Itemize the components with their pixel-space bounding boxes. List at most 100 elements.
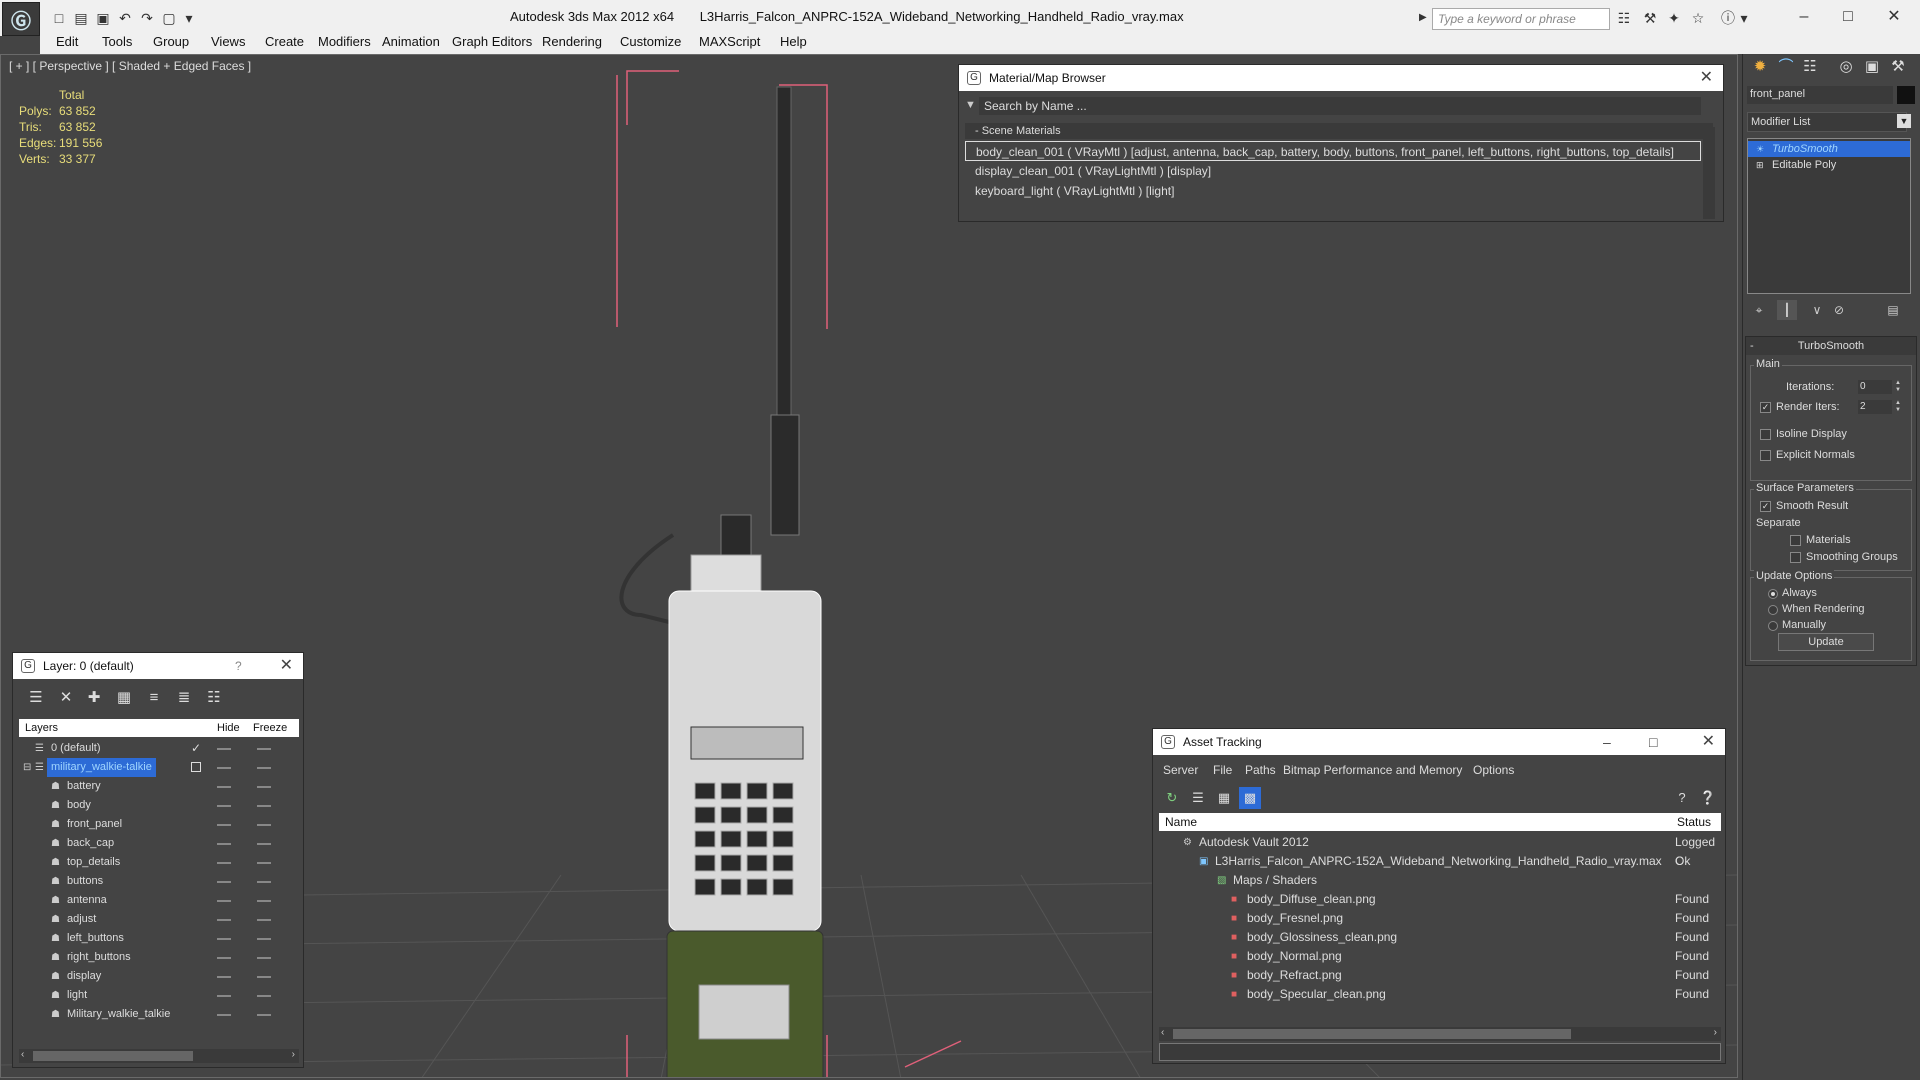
layer-row[interactable]: ☗ body xyxy=(19,796,299,815)
freeze-toggle[interactable] xyxy=(257,824,271,826)
stack-item-editable-poly[interactable]: ⊞ Editable Poly xyxy=(1748,157,1910,173)
asset-row[interactable]: ▣ L3Harris_Falcon_ANPRC-152A_Wideband_Net… xyxy=(1159,852,1721,871)
scrollbar-thumb[interactable] xyxy=(33,1051,193,1061)
hide-toggle[interactable] xyxy=(217,786,231,788)
asset-row[interactable]: ⚙ Autodesk Vault 2012 Logged C xyxy=(1159,833,1721,868)
material-item[interactable]: display_clean_001 ( VRayLightMtl ) [disp… xyxy=(965,161,1701,181)
chevron-down-icon[interactable]: ▼ xyxy=(1897,114,1911,128)
vertical-scrollbar[interactable] xyxy=(1703,127,1715,219)
scrollbar-thumb[interactable] xyxy=(1173,1029,1571,1039)
search-expand-icon[interactable]: ▶ xyxy=(1419,12,1427,23)
freeze-toggle[interactable] xyxy=(257,748,271,750)
freeze-toggle[interactable] xyxy=(257,786,271,788)
scroll-left-icon[interactable]: ‹ xyxy=(21,1049,24,1060)
column-hide[interactable]: Hide xyxy=(217,719,240,737)
new-file-icon[interactable]: □ xyxy=(50,9,68,27)
layer-row[interactable]: ☗ right_buttons xyxy=(19,948,299,967)
open-file-icon[interactable]: ▤ xyxy=(72,9,90,27)
create-tab-icon[interactable]: ✹ xyxy=(1749,56,1771,78)
update-button[interactable]: Update xyxy=(1778,633,1874,651)
communication-icon[interactable]: ✦ xyxy=(1664,9,1684,27)
hide-toggle[interactable] xyxy=(217,995,231,997)
hide-toggle[interactable] xyxy=(217,748,231,750)
scroll-right-icon[interactable]: › xyxy=(1714,1027,1717,1038)
asset-menu-paths[interactable]: Paths xyxy=(1245,763,1276,777)
material-item[interactable]: body_clean_001 ( VRayMtl ) [adjust, ante… xyxy=(965,141,1701,161)
column-name[interactable]: Name xyxy=(1165,813,1197,831)
asset-menu-options[interactable]: Options xyxy=(1473,763,1514,777)
layer-row[interactable]: ☗ back_cap xyxy=(19,834,299,853)
menu-modifiers[interactable]: Modifiers xyxy=(318,34,371,49)
isoline-display-checkbox[interactable] xyxy=(1760,429,1771,440)
scroll-right-icon[interactable]: › xyxy=(292,1049,295,1060)
freeze-toggle[interactable] xyxy=(257,900,271,902)
remove-modifier-icon[interactable]: ⊘ xyxy=(1829,300,1849,320)
freeze-toggle[interactable] xyxy=(257,957,271,959)
minimize-button[interactable]: – xyxy=(1782,4,1826,30)
horizontal-scrollbar[interactable]: ‹ › xyxy=(19,1049,299,1063)
menu-animation[interactable]: Animation xyxy=(382,34,440,49)
asset-row[interactable]: ■ body_Glossiness_clean.png Found xyxy=(1159,928,1721,947)
maximize-button[interactable]: □ xyxy=(1649,729,1657,755)
undo-icon[interactable]: ↶ xyxy=(116,9,134,27)
menu-create[interactable]: Create xyxy=(265,34,304,49)
update-when-rendering-radio[interactable] xyxy=(1768,605,1778,615)
thumbnail-view-icon[interactable]: ▦ xyxy=(1213,787,1235,809)
active-layer-check-icon[interactable]: ✓ xyxy=(191,739,201,758)
hide-toggle[interactable] xyxy=(217,805,231,807)
freeze-toggle[interactable] xyxy=(257,843,271,845)
hide-toggle[interactable] xyxy=(217,843,231,845)
pin-stack-icon[interactable]: ⌖ xyxy=(1749,300,1769,320)
asset-row[interactable]: ■ body_Normal.png Found xyxy=(1159,947,1721,966)
close-icon[interactable]: ✕ xyxy=(1700,65,1713,91)
layer-row[interactable]: ☗ battery xyxy=(19,777,299,796)
hide-toggle[interactable] xyxy=(217,1014,231,1016)
expand-icon[interactable]: ⊞ xyxy=(1756,157,1764,173)
asset-menu-server[interactable]: Server xyxy=(1163,763,1198,777)
delete-layer-icon[interactable]: ✕ xyxy=(55,687,77,709)
close-button[interactable]: ✕ xyxy=(1872,4,1916,30)
layer-manager-titlebar[interactable]: G Layer: 0 (default) ? ✕ xyxy=(13,653,303,679)
asset-tracking-titlebar[interactable]: G Asset Tracking – □ ✕ xyxy=(1153,729,1725,755)
layer-row[interactable]: ☗ Military_walkie_talkie xyxy=(19,1005,299,1024)
hide-toggle[interactable] xyxy=(217,900,231,902)
favorites-star-icon[interactable]: ☆ xyxy=(1688,9,1708,27)
asset-row[interactable]: ■ body_Fresnel.png Found xyxy=(1159,909,1721,928)
freeze-all-icon[interactable]: ☷ xyxy=(203,687,225,709)
update-always-radio[interactable] xyxy=(1768,589,1778,599)
explicit-normals-checkbox[interactable] xyxy=(1760,450,1771,461)
layer-row[interactable]: ☗ adjust xyxy=(19,910,299,929)
menu-help[interactable]: Help xyxy=(780,34,807,49)
menu-group[interactable]: Group xyxy=(153,34,189,49)
material-browser-titlebar[interactable]: G Material/Map Browser ✕ xyxy=(959,65,1723,91)
maximize-button[interactable]: □ xyxy=(1826,4,1870,30)
update-manually-radio[interactable] xyxy=(1768,621,1778,631)
select-objects-icon[interactable]: ▦ xyxy=(113,687,135,709)
freeze-toggle[interactable] xyxy=(257,1014,271,1016)
search-input[interactable]: Type a keyword or phrase xyxy=(1432,8,1610,30)
help-icon[interactable]: ? xyxy=(1671,787,1693,809)
search-options-icon[interactable]: ▼ xyxy=(965,99,976,111)
menu-graph-editors[interactable]: Graph Editors xyxy=(452,34,532,49)
hide-toggle[interactable] xyxy=(217,957,231,959)
scroll-left-icon[interactable]: ‹ xyxy=(1161,1027,1164,1038)
spinner-arrows-icon[interactable]: ▲ ▼ xyxy=(1894,400,1902,414)
freeze-toggle[interactable] xyxy=(257,976,271,978)
help-icon[interactable]: ⓘ xyxy=(1718,9,1738,27)
layer-row[interactable]: ☗ display xyxy=(19,967,299,986)
object-color-swatch[interactable] xyxy=(1897,86,1915,104)
utilities-tab-icon[interactable]: ⚒ xyxy=(1887,56,1909,78)
hide-all-icon[interactable]: ≣ xyxy=(173,687,195,709)
asset-menu-bitmap[interactable]: Bitmap Performance and Memory xyxy=(1283,763,1462,777)
hierarchy-tab-icon[interactable]: ☷ xyxy=(1799,56,1821,78)
project-folder-icon[interactable]: ▢ xyxy=(160,9,178,27)
refresh-icon[interactable]: ↻ xyxy=(1161,787,1183,809)
menu-tools[interactable]: Tools xyxy=(102,34,132,49)
render-iters-checkbox[interactable]: ✓ xyxy=(1760,402,1771,413)
quick-access-dropdown-icon[interactable]: ▾ xyxy=(180,9,198,27)
layer-row[interactable]: ☰ 0 (default) ✓ xyxy=(19,739,299,758)
smooth-result-checkbox[interactable]: ✓ xyxy=(1760,501,1771,512)
modify-tab-icon[interactable]: ⌒ xyxy=(1775,56,1797,78)
show-end-result-icon[interactable]: ┃ xyxy=(1777,300,1797,320)
redo-icon[interactable]: ↷ xyxy=(138,9,156,27)
